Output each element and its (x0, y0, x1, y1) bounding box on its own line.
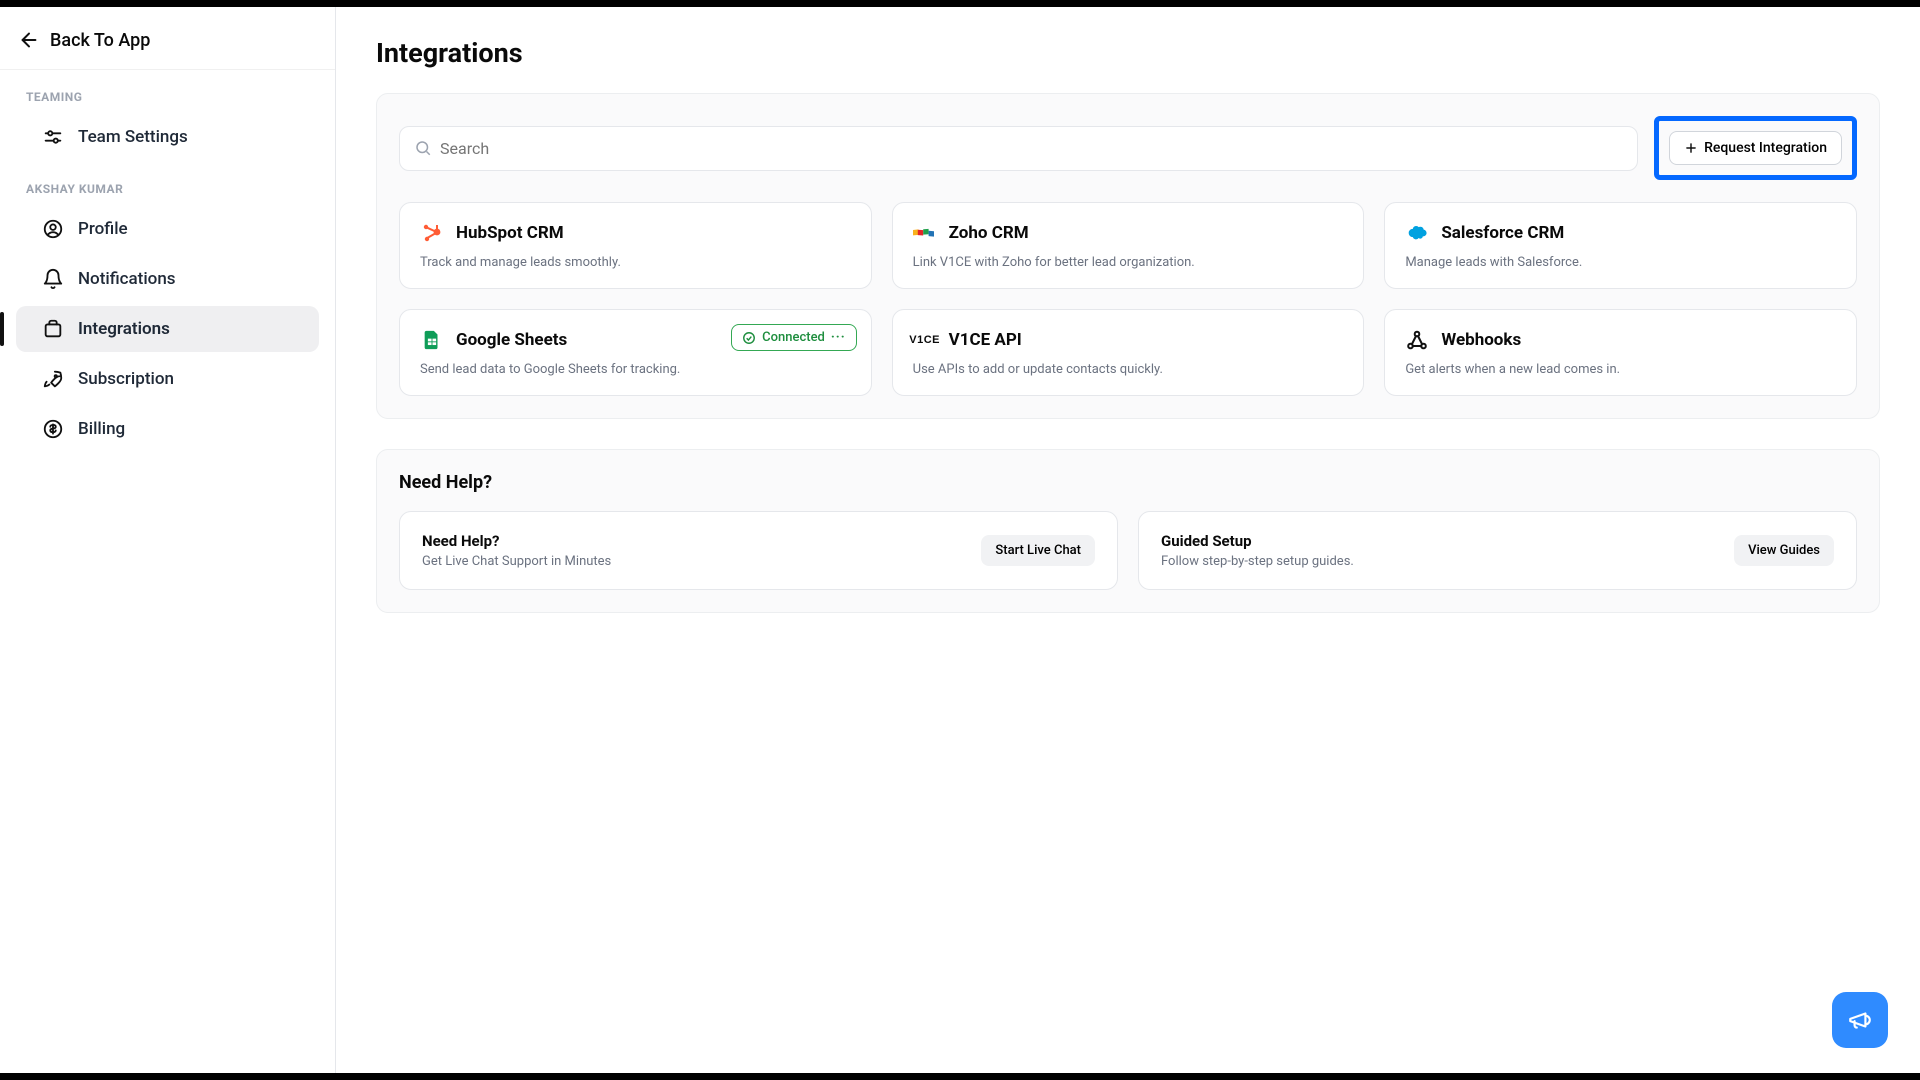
integration-desc: Use APIs to add or update contacts quick… (913, 362, 1344, 377)
connected-badge[interactable]: Connected ··· (731, 324, 856, 351)
integration-card-salesforce[interactable]: Salesforce CRM Manage leads with Salesfo… (1384, 202, 1857, 289)
integration-name: Google Sheets (456, 330, 567, 350)
bell-icon (42, 268, 64, 290)
plus-icon (1684, 141, 1698, 155)
start-live-chat-button[interactable]: Start Live Chat (981, 535, 1095, 566)
integration-card-google-sheets[interactable]: Connected ··· Google Sheets Send lead da… (399, 309, 872, 396)
integration-desc: Link V1CE with Zoho for better lead orga… (913, 255, 1344, 270)
help-section-title: Need Help? (399, 472, 1857, 493)
feedback-fab[interactable] (1832, 992, 1888, 1048)
integration-desc: Get alerts when a new lead comes in. (1405, 362, 1836, 377)
integration-card-v1ce-api[interactable]: V1CE V1CE API Use APIs to add or update … (892, 309, 1365, 396)
sidebar-section-user: AKSHAY KUMAR (0, 162, 335, 204)
more-icon[interactable]: ··· (831, 330, 846, 345)
zoho-icon (913, 221, 937, 245)
integration-card-zoho[interactable]: Zoho CRM Link V1CE with Zoho for better … (892, 202, 1365, 289)
sidebar-item-profile[interactable]: Profile (16, 206, 319, 252)
sidebar-item-label: Subscription (78, 369, 174, 389)
integration-name: Webhooks (1441, 330, 1521, 350)
integration-name: HubSpot CRM (456, 223, 564, 243)
help-card-title: Guided Setup (1161, 532, 1354, 550)
google-sheets-icon (420, 328, 444, 352)
sidebar-item-team-settings[interactable]: Team Settings (16, 114, 319, 160)
megaphone-icon (1847, 1007, 1873, 1033)
v1ce-icon: V1CE (913, 328, 937, 352)
integration-desc: Send lead data to Google Sheets for trac… (420, 362, 851, 377)
help-card-desc: Follow step-by-step setup guides. (1161, 554, 1354, 569)
help-panel: Need Help? Need Help? Get Live Chat Supp… (376, 449, 1880, 613)
check-circle-icon (742, 331, 756, 345)
package-icon (42, 318, 64, 340)
request-integration-highlight: Request Integration (1654, 116, 1857, 180)
sliders-icon (42, 126, 64, 148)
back-label: Back To App (50, 30, 150, 51)
connected-label: Connected (762, 330, 825, 345)
search-field-wrap[interactable] (399, 126, 1638, 171)
help-card-guided-setup: Guided Setup Follow step-by-step setup g… (1138, 511, 1857, 590)
sidebar-item-label: Notifications (78, 269, 176, 289)
help-card-title: Need Help? (422, 532, 611, 550)
arrow-left-icon (18, 29, 40, 51)
help-card-desc: Get Live Chat Support in Minutes (422, 554, 611, 569)
integration-card-hubspot[interactable]: HubSpot CRM Track and manage leads smoot… (399, 202, 872, 289)
app-shell: Back To App TEAMING Team Settings AKSHAY… (0, 7, 1920, 1073)
sidebar-item-billing[interactable]: Billing (16, 406, 319, 452)
salesforce-icon (1405, 221, 1429, 245)
sidebar-item-integrations[interactable]: Integrations (16, 306, 319, 352)
integration-name: V1CE API (949, 330, 1022, 350)
integration-desc: Track and manage leads smoothly. (420, 255, 851, 270)
search-input[interactable] (440, 139, 1623, 158)
sidebar-item-subscription[interactable]: Subscription (16, 356, 319, 402)
integration-desc: Manage leads with Salesforce. (1405, 255, 1836, 270)
window-bottom-border (0, 1073, 1920, 1080)
sidebar-item-label: Profile (78, 219, 128, 239)
page-title: Integrations (376, 37, 1880, 69)
integration-name: Zoho CRM (949, 223, 1029, 243)
help-card-live-chat: Need Help? Get Live Chat Support in Minu… (399, 511, 1118, 590)
webhook-icon (1405, 328, 1429, 352)
dollar-circle-icon (42, 418, 64, 440)
view-guides-button[interactable]: View Guides (1734, 535, 1834, 566)
main-content: Integrations Request Integration (336, 7, 1920, 1073)
help-grid: Need Help? Get Live Chat Support in Minu… (399, 511, 1857, 590)
back-to-app-link[interactable]: Back To App (0, 19, 335, 70)
hubspot-icon (420, 221, 444, 245)
user-circle-icon (42, 218, 64, 240)
window-top-border (0, 0, 1920, 7)
search-and-request-row: Request Integration (399, 116, 1857, 180)
integrations-panel: Request Integration HubSpot CRM Track an… (376, 93, 1880, 419)
rocket-icon (42, 368, 64, 390)
sidebar-item-label: Billing (78, 419, 125, 439)
search-icon (414, 139, 432, 157)
integrations-grid: HubSpot CRM Track and manage leads smoot… (399, 202, 1857, 396)
sidebar: Back To App TEAMING Team Settings AKSHAY… (0, 7, 336, 1073)
integration-card-webhooks[interactable]: Webhooks Get alerts when a new lead come… (1384, 309, 1857, 396)
sidebar-section-teaming: TEAMING (0, 70, 335, 112)
request-integration-button[interactable]: Request Integration (1669, 131, 1842, 165)
request-integration-label: Request Integration (1704, 140, 1827, 156)
sidebar-item-label: Team Settings (78, 127, 188, 147)
sidebar-item-label: Integrations (78, 319, 170, 339)
integration-name: Salesforce CRM (1441, 223, 1564, 243)
sidebar-item-notifications[interactable]: Notifications (16, 256, 319, 302)
